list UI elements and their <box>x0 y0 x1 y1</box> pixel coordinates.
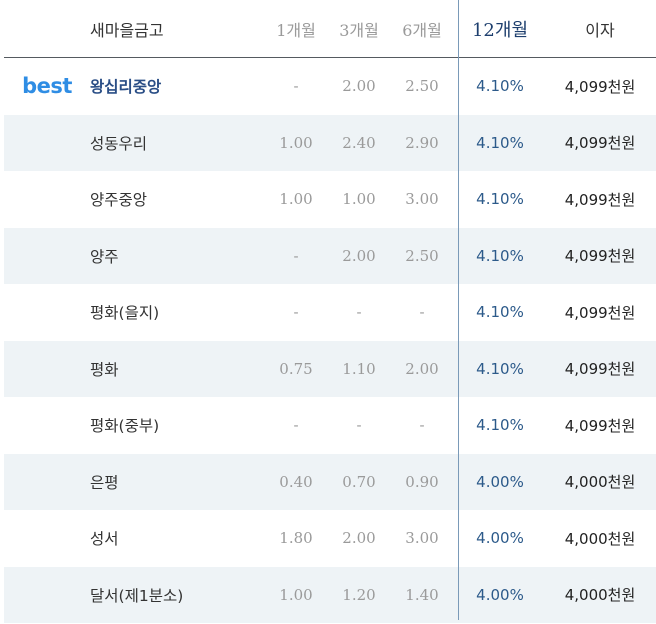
interest-amount: 4,099천원 <box>564 190 636 209</box>
badge-cell <box>4 284 90 341</box>
interest-amount: 4,000천원 <box>564 473 636 492</box>
rate-1-month: - <box>293 416 299 435</box>
rate-1-month: - <box>293 303 299 322</box>
rate-12-month: 4.10% <box>476 246 524 265</box>
table-row[interactable]: 성동우리 1.00 2.40 2.90 4.10% 4,099천원 <box>4 114 656 172</box>
badge-cell <box>4 341 90 398</box>
rate-12-month: 4.10% <box>476 133 524 152</box>
rate-12-month: 4.10% <box>476 416 524 435</box>
rate-1-month: - <box>293 246 299 265</box>
rate-3-month: 0.70 <box>342 472 376 491</box>
rate-1-month: 1.00 <box>279 133 313 152</box>
rate-6-month: 1.40 <box>405 585 439 604</box>
badge-cell <box>4 171 90 228</box>
header-12-month: 12개월 <box>471 19 529 41</box>
table-body: best 왕십리중앙 -2.00 2.50 4.10% 4,099천원 성동우리 1.00 2.… <box>4 58 656 623</box>
bank-name: 은평 <box>90 473 119 492</box>
badge-cell <box>4 567 90 624</box>
header-interest: 이자 <box>585 20 615 40</box>
rate-1-month: - <box>293 77 299 96</box>
bank-name: 양주 <box>90 247 119 266</box>
rate-6-month: 2.00 <box>405 359 439 378</box>
interest-amount: 4,099천원 <box>564 416 636 435</box>
rate-6-month: 2.50 <box>405 246 439 265</box>
12-month-column-highlight <box>458 0 459 620</box>
rate-3-month: 2.40 <box>342 133 376 152</box>
rate-3-month: 2.00 <box>342 77 376 96</box>
bank-name: 평화(중부) <box>90 417 160 436</box>
table-row[interactable]: 평화(중부) - - - 4.10% 4,099천원 <box>4 397 656 454</box>
interest-amount: 4,099천원 <box>564 247 636 266</box>
badge-cell <box>4 228 90 285</box>
rate-6-month: - <box>419 303 425 322</box>
header-6-month: 6개월 <box>402 20 442 40</box>
bank-name: 성동우리 <box>90 134 148 153</box>
interest-amount: 4,099천원 <box>564 77 636 96</box>
table-row[interactable]: 양주중앙 1.00 1.00 3.00 4.10% 4,099천원 <box>4 171 656 228</box>
interest-amount: 4,099천원 <box>564 303 636 322</box>
rate-3-month: 2.00 <box>342 246 376 265</box>
rate-3-month: - <box>356 416 362 435</box>
table-row[interactable]: 달서(제1분소) 1.00 1.20 1.40 4.00% 4,000천원 <box>4 566 656 624</box>
rate-6-month: 2.90 <box>405 133 439 152</box>
badge-cell <box>4 115 90 172</box>
rate-1-month: 1.00 <box>279 190 313 209</box>
rate-3-month: 2.00 <box>342 529 376 548</box>
rate-1-month: 0.75 <box>279 359 313 378</box>
rate-6-month: 3.00 <box>405 529 439 548</box>
table-header: 새마을금고 1개월 3개월 6개월 12개월 이자 <box>4 0 656 58</box>
rate-6-month: - <box>419 416 425 435</box>
rate-1-month: 1.80 <box>279 529 313 548</box>
rate-3-month: - <box>356 303 362 322</box>
badge-cell: best <box>4 58 90 115</box>
rate-1-month: 1.00 <box>279 585 313 604</box>
interest-amount: 4,099천원 <box>564 134 636 153</box>
interest-amount: 4,000천원 <box>564 586 636 605</box>
header-3-month: 3개월 <box>339 20 379 40</box>
best-badge: best <box>22 74 72 99</box>
rate-12-month: 4.10% <box>476 303 524 322</box>
rate-12-month: 4.10% <box>476 359 524 378</box>
bank-name: 왕십리중앙 <box>90 78 162 97</box>
badge-cell <box>4 510 90 567</box>
rate-6-month: 3.00 <box>405 190 439 209</box>
table-row[interactable]: best 왕십리중앙 - 2.00 2.50 4.10% 4,099천원 <box>4 58 656 115</box>
rate-12-month: 4.00% <box>476 585 524 604</box>
rate-3-month: 1.00 <box>342 190 376 209</box>
badge-cell <box>4 397 90 454</box>
bank-name: 평화 <box>90 360 119 379</box>
bank-name: 평화(을지) <box>90 304 160 323</box>
deposit-rate-table: 새마을금고 1개월 3개월 6개월 12개월 이자 best 왕십리중앙 - 2.00… <box>4 0 656 623</box>
rate-6-month: 0.90 <box>405 472 439 491</box>
bank-name: 성서 <box>90 530 119 549</box>
rate-12-month: 4.00% <box>476 529 524 548</box>
table-row[interactable]: 평화 0.75 1.10 2.00 4.10% 4,099천원 <box>4 340 656 398</box>
bank-name: 달서(제1분소) <box>90 586 184 605</box>
badge-cell <box>4 454 90 511</box>
table-row[interactable]: 평화(을지) - - - 4.10% 4,099천원 <box>4 284 656 341</box>
header-bank-name: 새마을금고 <box>90 20 164 40</box>
rate-3-month: 1.20 <box>342 585 376 604</box>
table-row[interactable]: 은평 0.40 0.70 0.90 4.00% 4,000천원 <box>4 453 656 511</box>
rate-1-month: 0.40 <box>279 472 313 491</box>
header-1-month: 1개월 <box>276 20 316 40</box>
rate-3-month: 1.10 <box>342 359 376 378</box>
table-row[interactable]: 양주 - 2.00 2.50 4.10% 4,099천원 <box>4 227 656 285</box>
table-row[interactable]: 성서 1.80 2.00 3.00 4.00% 4,000천원 <box>4 510 656 567</box>
bank-name: 양주중앙 <box>90 191 148 210</box>
rate-6-month: 2.50 <box>405 77 439 96</box>
rate-12-month: 4.10% <box>476 190 524 209</box>
interest-amount: 4,000천원 <box>564 529 636 548</box>
interest-amount: 4,099천원 <box>564 360 636 379</box>
rate-12-month: 4.00% <box>476 472 524 491</box>
rate-12-month: 4.10% <box>476 77 524 96</box>
